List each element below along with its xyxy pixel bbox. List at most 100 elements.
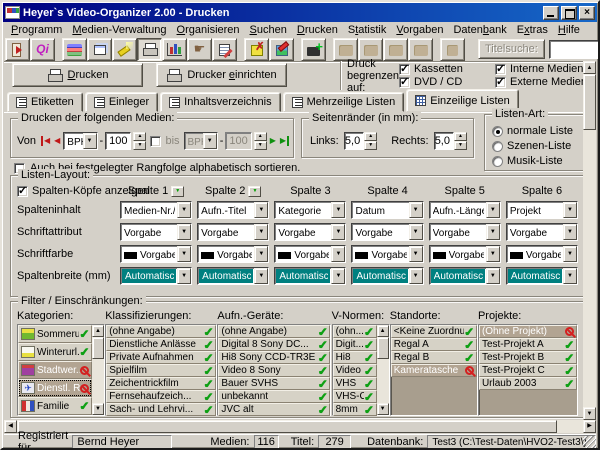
left-margin-spinner[interactable]: ▲▼: [364, 132, 377, 150]
tab-mehrzeilige-listen[interactable]: Mehrzeilige Listen: [283, 92, 405, 112]
schriftattribut-combo[interactable]: Vorgabe▼: [274, 223, 346, 241]
bis-checkbox[interactable]: bis: [150, 135, 179, 147]
filter-item[interactable]: Stadtwer...: [18, 361, 92, 379]
limit-checkbox-kassetten[interactable]: Kassetten: [399, 63, 491, 76]
scroll-up-icon[interactable]: ▲: [583, 61, 596, 74]
filter-item[interactable]: Private Aufnahmen✓: [106, 351, 216, 364]
filter-item[interactable]: Bauer SVHS✓: [218, 377, 330, 390]
filter-item[interactable]: unbekannt✓: [218, 390, 330, 403]
scroll-left-icon[interactable]: ◀: [4, 420, 17, 433]
filter-item[interactable]: VHS✓: [333, 377, 377, 390]
list-scrollbar[interactable]: ▲▼: [92, 325, 104, 415]
toolbar-quickinfo-button[interactable]: Qi: [30, 38, 55, 61]
toolbar-statistics-button[interactable]: [162, 38, 187, 61]
menu-item-statistik[interactable]: Statistik: [343, 23, 392, 37]
chevron-down-icon[interactable]: ▼: [254, 246, 268, 262]
title-search-input[interactable]: [549, 40, 600, 59]
filter-item[interactable]: Familie✓: [18, 397, 92, 415]
toolbar-exit-button[interactable]: [5, 38, 30, 61]
left-margin-field[interactable]: 5,0: [344, 132, 364, 150]
filter-item[interactable]: Digital 8 Sony DC...✓: [218, 338, 330, 351]
resize-grip[interactable]: [583, 436, 596, 449]
menu-item-suchen[interactable]: Suchen: [245, 23, 292, 37]
horizontal-scroll-track[interactable]: [557, 420, 583, 433]
chevron-down-icon[interactable]: ▼: [409, 202, 423, 218]
scroll-down-icon[interactable]: ▼: [92, 403, 104, 415]
filter-item[interactable]: <Keine Zuordnu...✓: [391, 325, 477, 338]
filter-item[interactable]: Kameratasche: [391, 364, 477, 377]
limit-checkbox-interne-medien[interactable]: Interne Medien: [495, 63, 595, 76]
schriftfarbe-combo[interactable]: Vorgabe▼: [429, 245, 501, 263]
filter-item[interactable]: Spielfilm✓: [106, 364, 216, 377]
schriftfarbe-combo[interactable]: Vorgabe▼: [506, 245, 578, 263]
chevron-down-icon[interactable]: ▼: [563, 224, 577, 240]
next-media-icon[interactable]: ▶: [269, 136, 277, 146]
scroll-up-icon[interactable]: ▲: [92, 325, 104, 337]
menu-item-vorgaben[interactable]: Vorgaben: [391, 23, 448, 37]
from-media-combo[interactable]: BPH ▼: [63, 132, 97, 150]
radio-normale-liste[interactable]: normale Liste: [492, 125, 584, 137]
printer-setup-button[interactable]: Drucker einrichten: [156, 63, 287, 87]
minimize-button[interactable]: [543, 6, 559, 20]
filter-item[interactable]: Video 8 Sony✓: [218, 364, 330, 377]
filter-item[interactable]: Test-Projekt A✓: [479, 338, 577, 351]
chevron-down-icon[interactable]: ▼: [486, 246, 500, 262]
from-number-field[interactable]: 100: [105, 132, 131, 150]
sort-direction-button[interactable]: ▼: [171, 186, 184, 197]
schriftfarbe-combo[interactable]: Vorgabe▼: [120, 245, 192, 263]
menu-item-medien-verwaltung[interactable]: Medien-Verwaltung: [67, 23, 171, 37]
schriftattribut-combo[interactable]: Vorgabe▼: [197, 223, 269, 241]
filter-item[interactable]: Sommeru...✓: [18, 325, 92, 343]
menu-item-programm[interactable]: Programm: [6, 23, 67, 37]
right-margin-field[interactable]: 5,0: [434, 132, 454, 150]
spaltenbreite-mm--combo[interactable]: Automatisch▼: [197, 267, 269, 285]
filter-item[interactable]: Zeichentrickfilm✓: [106, 377, 216, 390]
limit-checkbox-dvd-cd[interactable]: DVD / CD: [399, 76, 491, 89]
tab-inhaltsverzeichnis[interactable]: Inhaltsverzeichnis: [160, 92, 280, 112]
filter-item[interactable]: (ohn...✓: [333, 325, 377, 338]
horizontal-scrollbar[interactable]: ◀ ▶: [4, 420, 596, 433]
show-column-headers-checkbox[interactable]: Spalten-Köpfe anzeigen: [17, 185, 115, 197]
chevron-down-icon[interactable]: ▼: [563, 246, 577, 262]
schriftattribut-combo[interactable]: Vorgabe▼: [120, 223, 192, 241]
sort-direction-button[interactable]: ▼: [248, 186, 261, 197]
radio-szenen-liste[interactable]: Szenen-Liste: [492, 140, 584, 152]
menu-item-hilfe[interactable]: Hilfe: [553, 23, 585, 37]
spalteninhalt-combo[interactable]: Datum▼: [351, 201, 423, 219]
toolbar-extras-notes-button[interactable]: [212, 38, 237, 61]
chevron-down-icon[interactable]: ▼: [563, 202, 577, 218]
filter-item[interactable]: (Ohne Projekt): [479, 325, 577, 338]
from-number-spinner[interactable]: ▲▼: [133, 132, 146, 150]
chevron-down-icon[interactable]: ▼: [177, 224, 191, 240]
schriftfarbe-combo[interactable]: Vorgabe▼: [274, 245, 346, 263]
schriftattribut-combo[interactable]: Vorgabe▼: [506, 223, 578, 241]
toolbar-print-lists-button[interactable]: [269, 38, 294, 61]
spalteninhalt-combo[interactable]: Aufn.-Länge▼: [429, 201, 501, 219]
prev-media-icon[interactable]: ◀: [53, 136, 61, 146]
filter-item[interactable]: Dienstliche Anlässe✓: [106, 338, 216, 351]
chevron-down-icon[interactable]: ▼: [177, 268, 191, 284]
filter-item[interactable]: Sach- und Lehrvi...✓: [106, 403, 216, 416]
chevron-down-icon[interactable]: ▼: [563, 268, 577, 284]
menu-item-drucken[interactable]: Drucken: [292, 23, 343, 37]
schriftfarbe-combo[interactable]: Vorgabe▼: [351, 245, 423, 263]
first-media-icon[interactable]: ◀: [41, 136, 51, 146]
chevron-down-icon[interactable]: ▼: [254, 268, 268, 284]
chevron-down-icon[interactable]: ▼: [331, 202, 345, 218]
filter-item[interactable]: Regal B✓: [391, 351, 477, 364]
filter-item[interactable]: Test-Projekt B✓: [479, 351, 577, 364]
spaltenbreite-mm--combo[interactable]: Automatisch▼: [429, 267, 501, 285]
toolbar-search-button[interactable]: [112, 38, 137, 61]
chevron-down-icon[interactable]: ▼: [177, 202, 191, 218]
filter-item[interactable]: Urlaub 2003✓: [479, 377, 577, 390]
spaltenbreite-mm--combo[interactable]: Automatisch▼: [274, 267, 346, 285]
scroll-down-icon[interactable]: ▼: [377, 403, 389, 415]
vertical-scrollbar[interactable]: ▲ ▼: [583, 61, 596, 420]
limit-checkbox-externe-medien[interactable]: Externe Medien: [495, 76, 595, 89]
last-media-icon[interactable]: ▶: [279, 136, 289, 146]
filter-item[interactable]: ✈Dienstl. R...: [18, 379, 92, 397]
spaltenbreite-mm--combo[interactable]: Automatisch▼: [120, 267, 192, 285]
chevron-down-icon[interactable]: ▼: [254, 202, 268, 218]
vertical-scroll-track[interactable]: [583, 130, 596, 407]
menu-item-organisieren[interactable]: Organisieren: [172, 23, 245, 37]
